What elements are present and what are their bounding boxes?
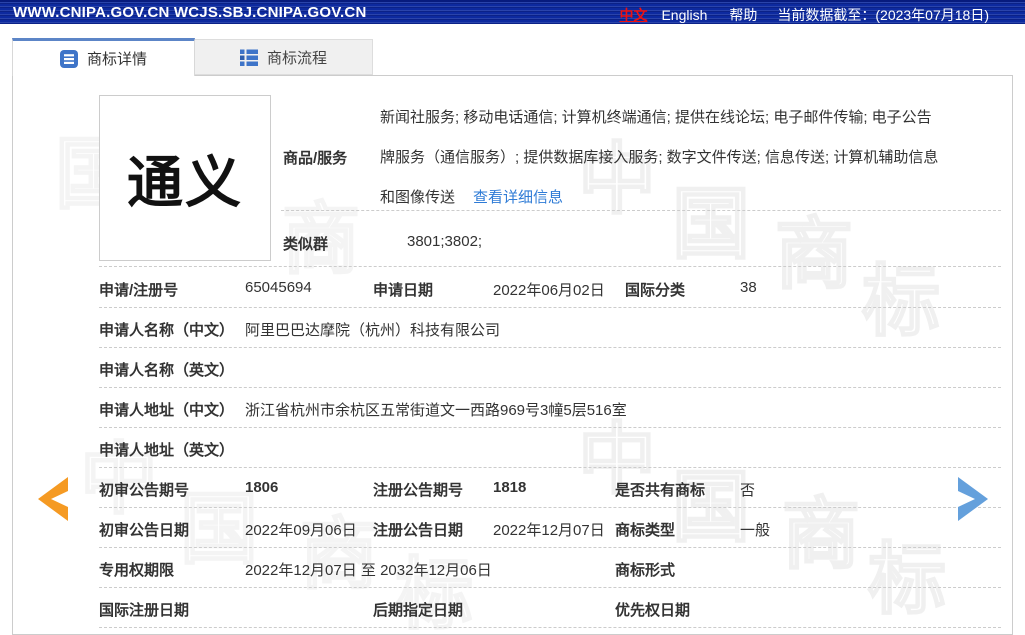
- prelim-date-label: 初审公告日期: [99, 522, 190, 539]
- app-date-label: 申请日期: [373, 282, 434, 299]
- prelim-no-value: 1806: [245, 479, 279, 496]
- reg-no-label: 注册公告期号: [373, 482, 464, 499]
- goods-line-text: 和图像传送: [380, 189, 456, 206]
- row-separator: [99, 307, 1001, 308]
- row-separator: [99, 467, 1001, 468]
- goods-services-label: 商品/服务: [283, 150, 348, 167]
- prelim-no-label: 初审公告期号: [99, 482, 190, 499]
- view-detail-link[interactable]: 查看详细信息: [473, 189, 563, 206]
- applicant-en-label: 申请人名称（英文）: [99, 362, 235, 379]
- site-urls: WWW.CNIPA.GOV.CN WCJS.SBJ.CNIPA.GOV.CN: [13, 4, 367, 21]
- reg-date-label: 注册公告日期: [373, 522, 464, 539]
- lang-chinese-link[interactable]: 中文: [619, 5, 647, 25]
- row-separator: [99, 507, 1001, 508]
- shared-label: 是否共有商标: [615, 482, 706, 499]
- row-separator: [99, 547, 1001, 548]
- trademark-image-text: 通义: [127, 150, 243, 214]
- app-no-label: 申请/注册号: [99, 282, 179, 299]
- similar-group-value: 3801;3802;: [407, 233, 483, 250]
- goods-services-value: 新闻社服务; 移动电话通信; 计算机终端通信; 提供在线论坛; 电子邮件传输; …: [380, 98, 938, 218]
- watermark-char: 商: [774, 210, 854, 298]
- trademark-detail-panel: 中 国 商 标 中 国 商 标 国 商 中 国 商 标 通义 商品/服务 新闻社…: [12, 75, 1013, 635]
- similar-group-label: 类似群: [283, 236, 329, 253]
- top-bar: WWW.CNIPA.GOV.CN WCJS.SBJ.CNIPA.GOV.CN 中…: [0, 0, 1025, 24]
- row-separator: [99, 387, 1001, 388]
- tm-form-label: 商标形式: [615, 562, 676, 579]
- tab-trademark-flow[interactable]: 商标流程: [195, 39, 373, 75]
- tab-flow-label: 商标流程: [266, 49, 327, 67]
- reg-no-value: 1818: [493, 479, 527, 496]
- row-separator: [99, 627, 1001, 628]
- priority-date-label: 优先权日期: [615, 602, 691, 619]
- topbar-links: 中文 English 帮助 当前数据截至：(2023年07月18日): [619, 5, 989, 25]
- data-until-label: 当前数据截至：(2023年07月18日): [777, 7, 989, 23]
- intl-class-label: 国际分类: [625, 282, 686, 299]
- app-no-value: 65045694: [245, 279, 312, 296]
- applicant-cn-label: 申请人名称（中文）: [99, 322, 235, 339]
- goods-line: 新闻社服务; 移动电话通信; 计算机终端通信; 提供在线论坛; 电子邮件传输; …: [380, 109, 932, 126]
- app-date-value: 2022年06月02日: [493, 282, 605, 299]
- applicant-cn-value: 阿里巴巴达摩院（杭州）科技有限公司: [245, 322, 501, 339]
- tm-type-value: 一般: [740, 522, 771, 539]
- next-arrow-button[interactable]: [957, 476, 993, 522]
- address-cn-value: 浙江省杭州市余杭区五常街道文一西路969号3幢5层516室: [245, 402, 627, 419]
- later-date-label: 后期指定日期: [373, 602, 464, 619]
- goods-line: 和图像传送 查看详细信息: [380, 178, 938, 218]
- row-separator: [99, 587, 1001, 588]
- reg-date-value: 2022年12月07日: [493, 522, 605, 539]
- goods-line: 牌服务（通信服务）; 提供数据库接入服务; 数字文件传送; 信息传送; 计算机辅…: [380, 149, 939, 166]
- exclusive-period-value: 2022年12月07日 至 2032年12月06日: [245, 562, 492, 579]
- row-separator: [99, 266, 1001, 267]
- watermark-char: 标: [861, 257, 941, 345]
- intl-reg-date-label: 国际注册日期: [99, 602, 190, 619]
- tab-details-label: 商标详情: [86, 51, 147, 68]
- intl-class-value: 38: [740, 279, 757, 296]
- address-cn-label: 申请人地址（中文）: [99, 402, 235, 419]
- details-list-icon: [59, 49, 78, 68]
- row-separator: [99, 427, 1001, 428]
- lang-english-link[interactable]: English: [661, 7, 707, 23]
- exclusive-period-label: 专用权期限: [99, 562, 175, 579]
- flow-list-icon: [239, 49, 258, 66]
- prelim-date-value: 2022年09月06日: [245, 522, 357, 539]
- shared-value: 否: [740, 482, 756, 499]
- address-en-label: 申请人地址（英文）: [99, 442, 235, 459]
- help-link[interactable]: 帮助: [729, 5, 757, 25]
- tab-trademark-details[interactable]: 商标详情: [12, 38, 195, 76]
- watermark-char: 标: [867, 535, 947, 623]
- trademark-image: 通义: [99, 95, 271, 261]
- previous-arrow-button[interactable]: [33, 476, 69, 522]
- tm-type-label: 商标类型: [615, 522, 676, 539]
- row-separator: [99, 347, 1001, 348]
